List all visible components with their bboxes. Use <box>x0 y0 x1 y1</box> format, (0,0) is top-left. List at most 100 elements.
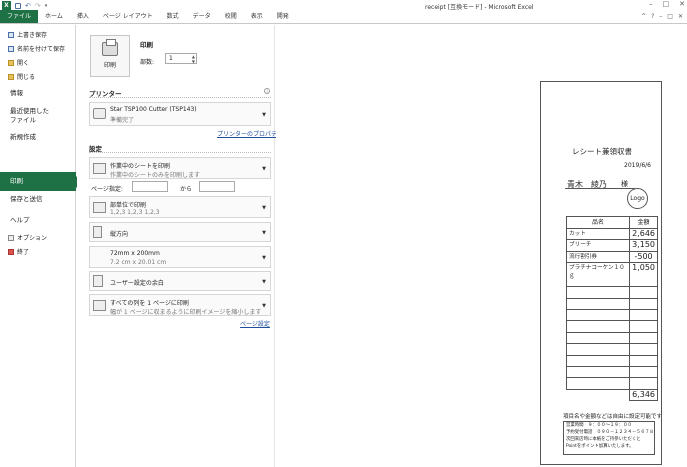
table-row <box>565 286 658 299</box>
table-row: 流行割引券 -500 <box>565 250 658 264</box>
empty-cell <box>565 320 631 333</box>
printer-status: 準備完了 <box>110 117 135 124</box>
orientation-dropdown[interactable]: 縦方向 ▼ <box>89 222 271 242</box>
scaling-desc: 幅が 1 ページに収まるように印刷イメージを縮小します <box>110 309 262 316</box>
print-button[interactable]: 印刷 <box>90 35 130 77</box>
empty-cell <box>565 343 631 356</box>
item-cell: プラチナコーケン１０ｇ <box>565 262 631 288</box>
empty-cell <box>565 354 631 367</box>
maximize-button[interactable]: □ <box>663 0 670 8</box>
tab-home[interactable]: ホーム <box>38 10 70 23</box>
tab-review[interactable]: 校閲 <box>218 10 244 23</box>
pages-to-input[interactable] <box>199 181 235 192</box>
item-cell: カット <box>565 227 631 241</box>
print-button-label: 印刷 <box>103 62 116 69</box>
sidebar-item-save-as[interactable]: 名前を付けて保存 <box>0 44 76 53</box>
workbook-close-button[interactable]: ✕ <box>678 13 683 20</box>
chevron-down-icon: ▼ <box>262 166 266 172</box>
help-icon[interactable]: ? <box>651 13 654 20</box>
print-scope-dropdown[interactable]: 作業中のシートを印刷 作業中のシートのみを印刷します ▼ <box>89 157 271 179</box>
table-row <box>565 377 658 390</box>
paper-size-dropdown[interactable]: 72mm x 200mm 7.2 cm x 20.01 cm ▼ <box>89 246 271 268</box>
info-icon[interactable]: i <box>264 88 270 94</box>
workbook-minimize-button[interactable]: – <box>659 13 662 20</box>
page-setup-link[interactable]: ページ設定 <box>240 319 270 328</box>
empty-cell <box>565 297 631 310</box>
minimize-button[interactable]: – <box>649 0 653 8</box>
amount-cell: 3,150 <box>629 239 658 252</box>
portrait-icon <box>93 226 102 238</box>
sheet-icon <box>93 163 106 174</box>
tab-page-layout[interactable]: ページ レイアウト <box>96 10 160 23</box>
tab-data[interactable]: データ <box>186 10 218 23</box>
sidebar-item-help[interactable]: ヘルプ <box>0 216 76 225</box>
table-row <box>565 308 658 322</box>
sidebar-item-close[interactable]: 閉じる <box>0 72 76 81</box>
table-row: ブリーチ 3,150 <box>565 239 658 252</box>
tab-view[interactable]: 表示 <box>244 10 270 23</box>
sidebar-item-label: オプション <box>17 235 48 242</box>
printer-ready-icon <box>93 108 106 119</box>
print-scope-title: 作業中のシートを印刷 <box>110 163 171 170</box>
window-title: receipt [互換モード] - Microsoft Excel <box>425 4 534 11</box>
sidebar-item-save[interactable]: 上書き保存 <box>0 30 76 39</box>
quick-access-toolbar: X ↶ ↷ ▾ <box>2 1 47 10</box>
amount-cell: 1,050 <box>629 262 658 288</box>
collapse-ribbon-icon[interactable]: ^ <box>641 13 646 20</box>
sidebar-item-new[interactable]: 新規作成 <box>0 133 76 142</box>
tab-file[interactable]: ファイル <box>0 10 39 23</box>
sidebar-item-save-send[interactable]: 保存と送信 <box>0 195 76 204</box>
printer-dropdown[interactable]: Star TSP100 Cutter (TSP143) 準備完了 ▼ <box>89 102 271 126</box>
table-row: プラチナコーケン１０ｇ 1,050 <box>565 262 658 288</box>
empty-cell <box>565 331 631 345</box>
pages-from-input[interactable] <box>132 181 168 192</box>
ribbon-tabs: ファイル ホーム 挿入 ページ レイアウト 数式 データ 校閲 表示 開発 ^ … <box>0 10 687 24</box>
table-row <box>565 354 658 367</box>
margins-dropdown[interactable]: ユーザー設定の余白 ▼ <box>89 271 271 291</box>
redo-icon[interactable]: ↷ <box>35 2 41 10</box>
sidebar-item-label: ファイル <box>10 116 36 124</box>
receipt-table: 品名 金額 カット 2,646 ブリーチ 3,150 流行割引券 -500 プラ… <box>565 216 658 402</box>
ribbon-right-controls: ^ ? – □ ✕ <box>641 13 683 20</box>
sidebar-item-label: 上書き保存 <box>17 32 48 39</box>
printer-properties-link[interactable]: プリンターのプロパティ <box>217 129 283 138</box>
exit-icon <box>8 248 14 255</box>
scaling-dropdown[interactable]: すべての列を 1 ページに印刷 幅が 1 ページに収まるように印刷イメージを縮小… <box>89 294 271 316</box>
customize-icon[interactable]: ▾ <box>45 3 48 9</box>
tab-insert[interactable]: 挿入 <box>70 10 96 23</box>
save-icon[interactable] <box>15 2 21 9</box>
tab-developer[interactable]: 開発 <box>270 10 296 23</box>
sidebar-item-label: 名前を付けて保存 <box>17 46 66 53</box>
table-header: 品名 金額 <box>565 216 658 229</box>
table-row <box>565 343 658 356</box>
sidebar-item-label: 最近使用した <box>10 107 49 115</box>
sidebar-item-options[interactable]: オプション <box>0 233 76 242</box>
sidebar-item-recent[interactable]: 最近使用した ファイル <box>0 107 76 125</box>
tab-formulas[interactable]: 数式 <box>160 10 186 23</box>
options-icon <box>8 234 14 241</box>
sidebar-item-info[interactable]: 情報 <box>0 89 76 98</box>
empty-cell <box>629 377 658 390</box>
empty-cell <box>565 365 631 379</box>
table-row <box>565 331 658 345</box>
sidebar-item-exit[interactable]: 終了 <box>0 247 76 256</box>
fit-columns-icon <box>93 300 106 311</box>
table-row <box>565 365 658 379</box>
collate-icon <box>93 202 106 213</box>
empty-cell <box>565 308 631 322</box>
copies-spinner-icon[interactable]: ▲ ▼ <box>192 54 195 64</box>
chevron-down-icon: ▼ <box>262 205 266 211</box>
empty-cell <box>565 286 631 299</box>
save-icon <box>8 31 14 38</box>
sidebar-item-open[interactable]: 開く <box>0 58 76 67</box>
workbook-restore-button[interactable]: □ <box>667 13 673 20</box>
chevron-down-icon: ▼ <box>262 255 266 261</box>
table-row <box>565 320 658 333</box>
close-button[interactable]: ✕ <box>679 0 685 8</box>
collate-dropdown[interactable]: 部単位で印刷 1,2,3 1,2,3 1,2,3 ▼ <box>89 196 271 218</box>
undo-icon[interactable]: ↶ <box>25 2 31 10</box>
sidebar-item-print[interactable]: 印刷 <box>0 172 82 191</box>
copies-input[interactable]: 1 ▲ ▼ <box>165 53 197 64</box>
orientation-value: 縦方向 <box>110 231 129 238</box>
excel-logo-icon: X <box>2 1 11 10</box>
